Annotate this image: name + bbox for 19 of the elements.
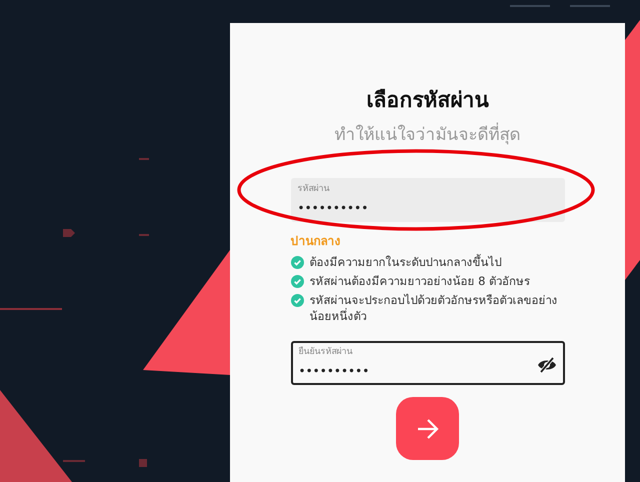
dash-decoration	[139, 158, 149, 160]
page-title: เลือกรหัสผ่าน	[366, 87, 488, 114]
dash-decoration	[139, 234, 149, 236]
confirm-password-field[interactable]: ยืนยันรหัสผ่าน ••••••••••	[290, 341, 564, 385]
requirement-text: รหัสผ่านต้องมีความยาวอย่างน้อย 8 ตัวอักษร	[310, 273, 530, 289]
eye-off-icon[interactable]	[536, 356, 556, 372]
password-field[interactable]: รหัสผ่าน ••••••••••	[290, 178, 564, 222]
tag-decoration	[63, 229, 75, 237]
requirement-text: รหัสผ่านจะประกอบไปด้วยตัวอักษรหรือตัวเลขอย่างน้อยหนึ่งตัว	[310, 292, 558, 324]
page-subtitle: ทำให้แน่ใจว่ามันจะดีที่สุด	[334, 122, 520, 146]
square-decoration	[139, 459, 147, 467]
dash-decoration	[510, 5, 550, 7]
next-button[interactable]	[396, 397, 459, 460]
dash-decoration	[570, 5, 610, 7]
dash-decoration	[63, 460, 85, 462]
line-decoration	[0, 308, 62, 310]
strength-label: ปานกลาง	[290, 233, 342, 250]
arrow-right-icon	[416, 418, 440, 440]
requirement-text: ต้องมีความยากในระดับปานกลางขึ้นไป	[310, 254, 502, 270]
